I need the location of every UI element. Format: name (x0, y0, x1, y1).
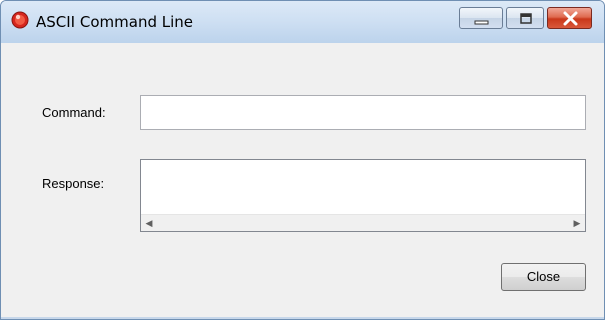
response-textarea[interactable]: ◀ ▶ (140, 159, 586, 232)
maximize-icon (520, 13, 532, 24)
close-icon (563, 11, 578, 26)
maximize-button[interactable] (506, 7, 544, 29)
ascii-command-line-window: ASCII Command Line Command: Response: ◀ (0, 0, 605, 320)
title-bar[interactable]: ASCII Command Line (1, 1, 604, 43)
close-window-button[interactable] (547, 7, 592, 29)
window-bottom-edge (1, 317, 604, 319)
scroll-left-arrow-icon[interactable]: ◀ (141, 215, 157, 231)
response-label: Response: (42, 176, 105, 191)
window-title: ASCII Command Line (36, 13, 193, 31)
close-button[interactable]: Close (501, 263, 586, 291)
scroll-right-arrow-icon[interactable]: ▶ (569, 215, 585, 231)
app-record-icon (11, 11, 29, 29)
minimize-button[interactable] (459, 7, 503, 29)
horizontal-scrollbar[interactable]: ◀ ▶ (141, 214, 585, 231)
command-input[interactable] (140, 95, 586, 130)
client-area: Command: Response: ◀ ▶ Close (9, 43, 596, 319)
minimize-icon (474, 20, 489, 25)
command-label: Command: (42, 105, 106, 120)
